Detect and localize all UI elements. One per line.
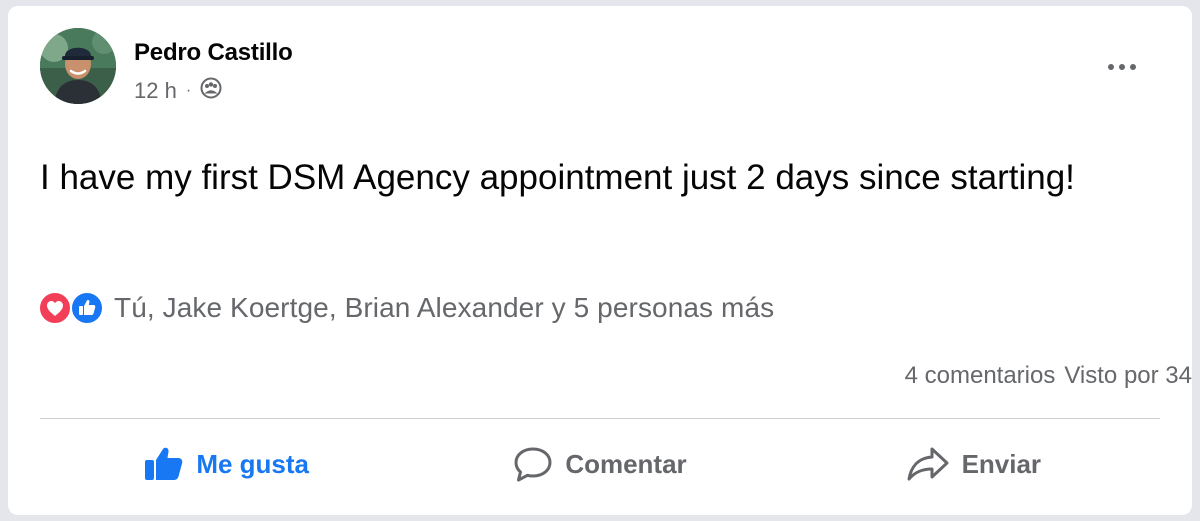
share-label: Enviar [961,448,1042,479]
share-button[interactable]: Enviar [787,434,1160,494]
comments-count[interactable]: 4 comentarios [905,362,1056,392]
like-label: Me gusta [196,448,309,479]
post-text: I have my first DSM Agency appointment j… [40,158,1075,197]
more-options-icon[interactable] [1104,54,1140,80]
like-reaction-icon [70,291,104,325]
divider [40,418,1160,419]
reaction-icons [38,291,108,325]
post-card: Pedro Castillo 12 h · I have my first DS… [8,6,1192,515]
thumbs-up-icon [144,446,184,482]
seen-count[interactable]: Visto por 34 [1064,362,1192,392]
comment-bubble-icon [513,446,553,482]
comment-label: Comentar [565,448,687,479]
meta-separator: · [185,82,192,99]
reactions-summary[interactable]: Tú, Jake Koertge, Brian Alexander y 5 pe… [38,290,774,326]
group-audience-icon[interactable] [200,77,222,105]
like-button[interactable]: Me gusta [40,434,413,494]
action-bar: Me gusta Comentar Enviar [40,434,1160,494]
love-reaction-icon [38,291,72,325]
share-arrow-icon [906,446,950,482]
comment-button[interactable]: Comentar [413,434,786,494]
post-time[interactable]: 12 h [134,78,177,104]
avatar[interactable] [40,28,116,104]
avatar-photo [40,28,116,104]
post-stats: 4 comentarios Visto por 34 [905,362,1192,392]
author-name[interactable]: Pedro Castillo [134,39,293,67]
reactions-names: Tú, Jake Koertge, Brian Alexander y 5 pe… [114,292,775,323]
post-meta: 12 h · [134,76,222,106]
